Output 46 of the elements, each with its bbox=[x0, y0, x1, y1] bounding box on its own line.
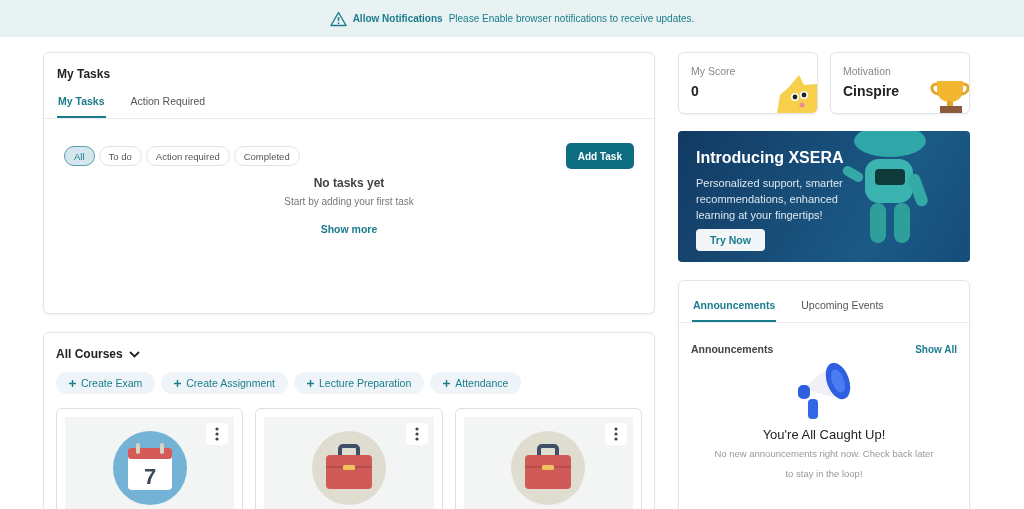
quick-action-button[interactable]: Create Assignment bbox=[161, 372, 288, 394]
show-all-link[interactable]: Show All bbox=[915, 343, 957, 355]
briefcase-icon bbox=[511, 431, 586, 505]
filter-chip[interactable]: Action required bbox=[145, 146, 230, 166]
add-task-button[interactable]: Add Task bbox=[565, 143, 634, 169]
calendar-icon: 7 bbox=[112, 431, 187, 505]
quick-action-button[interactable]: Lecture Preparation bbox=[294, 372, 425, 394]
stat-label: Motivation bbox=[843, 65, 892, 77]
quick-action-button[interactable]: Attendance bbox=[430, 372, 522, 394]
card-title: My Tasks bbox=[56, 66, 112, 83]
empty-title: You're All Caught Up! bbox=[762, 427, 886, 442]
filter-chip[interactable]: All bbox=[64, 146, 95, 166]
courses-title: All Courses bbox=[56, 347, 123, 361]
course-card[interactable]: 7 bbox=[56, 408, 244, 509]
plus-icon bbox=[174, 379, 182, 387]
course-card[interactable] bbox=[454, 408, 642, 509]
filter-chip[interactable]: To do bbox=[98, 146, 142, 166]
more-options-icon[interactable] bbox=[206, 423, 229, 445]
filter-chip[interactable]: Completed bbox=[233, 146, 300, 166]
quick-action-button[interactable]: Create Exam bbox=[56, 372, 156, 394]
warning-icon bbox=[329, 10, 347, 27]
promo-text: Personalized support, smarter recommendations, enhanced learning at your fingertips! bbox=[696, 176, 844, 223]
tab[interactable]: Action Required bbox=[129, 91, 207, 118]
more-options-icon[interactable] bbox=[605, 423, 627, 445]
empty-title: No tasks yet bbox=[313, 176, 385, 190]
plus-icon bbox=[307, 379, 314, 387]
more-options-icon[interactable] bbox=[405, 423, 428, 445]
stat-label: My Score bbox=[691, 65, 737, 77]
notification-title: Allow Notifications bbox=[352, 13, 443, 24]
plus-icon bbox=[69, 379, 76, 387]
stat-value: Cinspire bbox=[843, 83, 900, 99]
notification-message: Please Enable browser notifications to receive updates. bbox=[448, 13, 695, 24]
tab[interactable]: My Tasks bbox=[57, 91, 106, 118]
section-heading: Announcements bbox=[691, 343, 774, 355]
empty-message: No new announcements right now. Check back later to stay in the loop! bbox=[713, 447, 935, 481]
briefcase-icon bbox=[312, 431, 386, 505]
stat-value: 0 bbox=[691, 83, 700, 99]
plus-icon bbox=[443, 379, 451, 387]
try-now-button[interactable]: Try Now bbox=[696, 229, 765, 251]
tab[interactable]: Announcements bbox=[692, 295, 777, 322]
chevron-down-icon[interactable] bbox=[128, 350, 140, 358]
show-more-link[interactable]: Show more bbox=[314, 222, 384, 236]
course-card[interactable] bbox=[255, 408, 443, 509]
promo-title: Introducing XSERA bbox=[696, 149, 845, 167]
tab[interactable]: Upcoming Events bbox=[800, 295, 885, 322]
empty-message: Start by adding your first task bbox=[284, 196, 414, 207]
